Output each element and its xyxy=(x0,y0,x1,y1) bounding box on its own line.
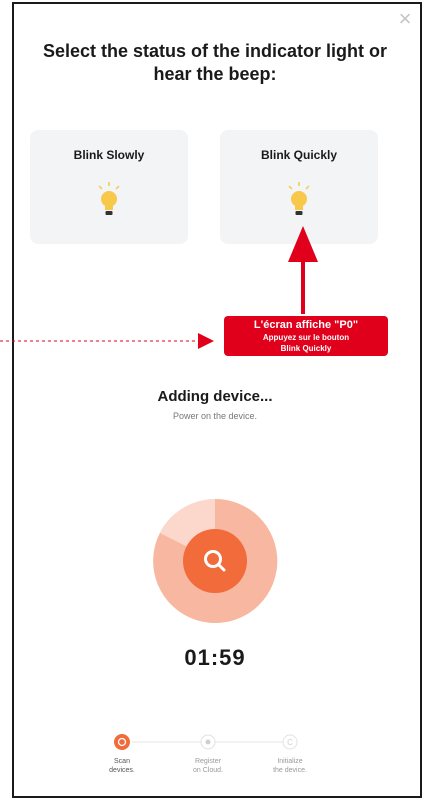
option-label: Blink Slowly xyxy=(73,148,145,162)
callout-line-1: L'écran affiche "P0" xyxy=(253,319,359,331)
option-blink-slowly[interactable]: Blink Slowly xyxy=(30,130,188,244)
callout-line-2: Appuyez sur le bouton xyxy=(262,333,350,342)
close-icon[interactable]: × xyxy=(396,8,414,30)
step-label-initialize: Initialize the device. xyxy=(273,758,307,774)
option-label: Blink Quickly xyxy=(260,148,338,162)
search-button xyxy=(183,529,247,593)
countdown-timer: 01:59 xyxy=(184,645,246,670)
progress-steps: C Scan devices. Register on Cloud. Initi… xyxy=(0,730,430,790)
step-label-scan: Scan devices. xyxy=(109,758,135,774)
annotation-callout: L'écran affiche "P0" Appuyez sur le bout… xyxy=(224,316,388,356)
lightbulb-icon xyxy=(98,182,120,215)
steps-track: C xyxy=(114,734,298,750)
lightbulb-icon xyxy=(288,182,310,215)
callout-line-3: Blink Quickly xyxy=(280,344,332,353)
status-title: Adding device... xyxy=(157,388,273,405)
svg-text:C: C xyxy=(287,738,293,747)
step-3-marker: C xyxy=(282,734,298,750)
option-blink-quickly[interactable]: Blink Quickly xyxy=(220,130,378,244)
step-label-register: Register on Cloud. xyxy=(193,758,223,774)
page-title: Select the status of the indicator light… xyxy=(42,41,388,84)
step-2-marker xyxy=(200,734,216,750)
step-1-marker xyxy=(114,734,130,750)
status-subtitle: Power on the device. xyxy=(172,411,258,421)
